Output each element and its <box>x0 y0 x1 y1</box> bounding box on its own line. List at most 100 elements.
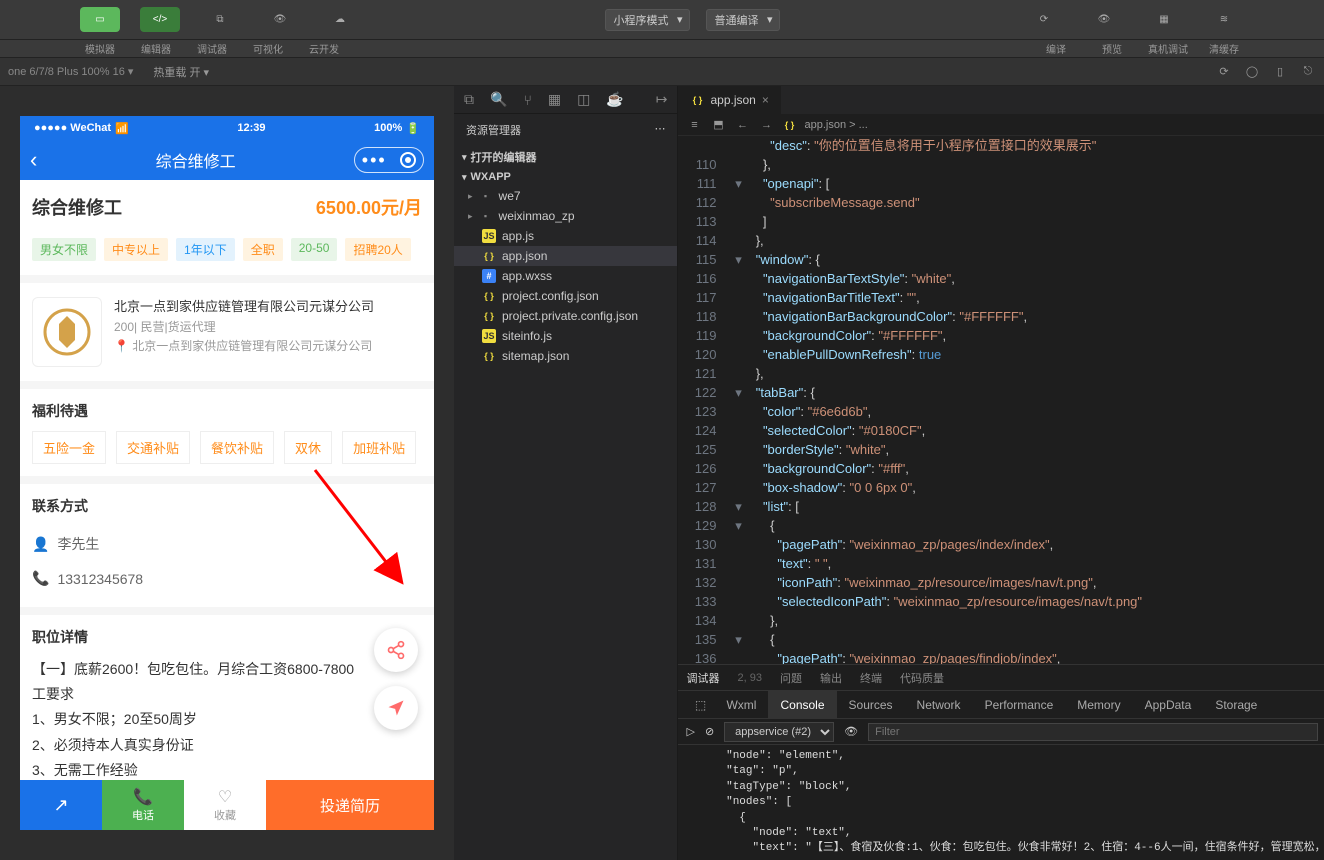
bottom-bar: ↗ 📞电话 ♡收藏 投递简历 <box>20 780 434 830</box>
code-editor[interactable]: 1101111121131141151161171181191201211221… <box>678 136 1324 664</box>
tab-count: 2, 93 <box>737 672 761 684</box>
filter-input[interactable] <box>868 723 1318 741</box>
json-icon: { } <box>482 289 496 303</box>
clear-icon[interactable]: ⊘ <box>705 725 714 738</box>
contact-name: 李先生 <box>57 534 99 554</box>
root-folder[interactable]: WXAPP <box>454 168 677 186</box>
search-icon[interactable]: 🔍 <box>490 91 507 108</box>
inspect-icon[interactable]: ⬚ <box>686 698 714 712</box>
dt-performance[interactable]: Performance <box>973 691 1066 718</box>
label: 清缓存 <box>1204 41 1244 56</box>
editor-tab[interactable]: { } app.json × <box>678 86 780 114</box>
context-select[interactable]: appservice (#2) <box>724 722 834 742</box>
refresh-icon[interactable]: ⟳ <box>1216 64 1232 80</box>
benefits-section: 福利待遇 五险一金交通补贴餐饮补贴双休加班补贴 <box>20 389 434 476</box>
back-icon[interactable]: ‹ <box>30 147 37 173</box>
eye-icon[interactable]: 👁 <box>844 725 858 738</box>
job-tag: 中专以上 <box>104 238 168 261</box>
icon[interactable]: ☕ <box>606 91 623 108</box>
tab-quality[interactable]: 代码质量 <box>900 670 944 686</box>
apply-button[interactable]: 投递简历 <box>266 780 434 830</box>
more-icon[interactable]: ⋯ <box>654 122 665 138</box>
icon[interactable]: ▦ <box>548 91 561 108</box>
editor-toggle[interactable]: </> <box>140 7 180 32</box>
compile-btn[interactable]: ⟳ <box>1024 7 1064 32</box>
console-filter-bar: ▷ ⊘ appservice (#2) 👁 Default levels ▾ <box>678 719 1324 745</box>
dt-memory[interactable]: Memory <box>1065 691 1132 718</box>
job-tag: 全职 <box>243 238 283 261</box>
folder-icon: ▪ <box>479 189 493 203</box>
simulator-panel: ●●●●● WeChat 📶 12:39 100% 🔋 ‹ 综合维修工 ••• … <box>0 86 454 860</box>
open-editors-section[interactable]: 打开的编辑器 <box>454 146 677 168</box>
file-item[interactable]: { }sitemap.json <box>454 346 677 366</box>
console-output[interactable]: "node": "element", "tag": "p", "tagType"… <box>678 745 1324 860</box>
locate-float-button[interactable] <box>374 686 418 730</box>
job-tag: 20-50 <box>291 238 338 261</box>
file-item[interactable]: { }project.config.json <box>454 286 677 306</box>
folder-item[interactable]: ▪we7 <box>454 186 677 206</box>
preview-btn[interactable]: 👁 <box>1084 7 1124 32</box>
dt-appdata[interactable]: AppData <box>1133 691 1204 718</box>
bookmark-icon[interactable]: ⬒ <box>710 117 726 133</box>
phone-statusbar: ●●●●● WeChat 📶 12:39 100% 🔋 <box>20 116 434 140</box>
remote-debug-btn[interactable]: ▦ <box>1144 7 1184 32</box>
explorer-panel: ⧉ 🔍 ⑂ ▦ ◫ ☕ ↦ 资源管理器⋯ 打开的编辑器 WXAPP ▪we7▪w… <box>454 86 678 860</box>
job-header: 综合维修工 6500.00元/月 <box>20 180 434 234</box>
js-icon: JS <box>482 229 496 243</box>
tab-debugger[interactable]: 调试器 <box>686 670 719 686</box>
call-button[interactable]: 📞电话 <box>102 780 184 830</box>
console-panel: 调试器 2, 93 问题 输出 终端 代码质量 ⬚ Wxml Console S… <box>678 664 1324 860</box>
dt-console[interactable]: Console <box>768 691 836 718</box>
visual-toggle[interactable]: 👁 <box>260 7 300 32</box>
icon[interactable]: ▷ <box>686 725 694 738</box>
back-icon[interactable]: ← <box>734 117 750 133</box>
dt-sources[interactable]: Sources <box>837 691 905 718</box>
benefit-tag: 加班补贴 <box>342 431 416 464</box>
benefit-tag: 双休 <box>284 431 332 464</box>
dt-storage[interactable]: Storage <box>1203 691 1269 718</box>
top-toolbar: ▭ </> ⧉ 👁 ☁ 小程序模式 普通编译 ⟳ 👁 ▦ ≋ <box>0 0 1324 40</box>
company-logo <box>32 297 102 367</box>
dt-wxml[interactable]: Wxml <box>714 691 768 718</box>
share-float-button[interactable] <box>374 628 418 672</box>
company-card[interactable]: 北京一点到家供应链管理有限公司元谋分公司 200| 民营|货运代理 📍 北京一点… <box>20 283 434 381</box>
contact-section: 联系方式 👤李先生 📞13312345678 <box>20 484 434 607</box>
wxss-icon: # <box>482 269 496 283</box>
simulator-toggle[interactable]: ▭ <box>80 7 120 32</box>
icon[interactable]: ◫ <box>577 91 590 108</box>
debugger-toggle[interactable]: ⧉ <box>200 7 240 32</box>
icon[interactable]: ◯ <box>1244 64 1260 80</box>
tab-output[interactable]: 输出 <box>820 670 842 686</box>
icon[interactable]: ⎋ <box>1300 64 1316 80</box>
file-item[interactable]: { }app.json <box>454 246 677 266</box>
file-item[interactable]: { }project.private.config.json <box>454 306 677 326</box>
file-item[interactable]: #app.wxss <box>454 266 677 286</box>
dt-network[interactable]: Network <box>905 691 973 718</box>
icon[interactable]: ▯ <box>1272 64 1288 80</box>
console-tabs: 调试器 2, 93 问题 输出 终端 代码质量 <box>678 665 1324 691</box>
icon[interactable]: ↦ <box>656 91 668 108</box>
top-labels: 模拟器 编辑器 调试器 可视化 云开发 编译 预览 真机调试 清缓存 <box>0 40 1324 58</box>
tab-terminal[interactable]: 终端 <box>860 670 882 686</box>
benefit-tag: 五险一金 <box>32 431 106 464</box>
benefit-tag: 餐饮补贴 <box>200 431 274 464</box>
file-item[interactable]: JSapp.js <box>454 226 677 246</box>
git-icon[interactable]: ⑂ <box>523 92 531 108</box>
hot-reload[interactable]: 热重载 开 <box>153 64 209 80</box>
forward-icon[interactable]: → <box>758 117 774 133</box>
files-icon[interactable]: ⧉ <box>464 91 474 108</box>
close-icon[interactable]: × <box>762 93 769 107</box>
capsule-button[interactable]: ••• <box>354 147 424 173</box>
clear-cache-btn[interactable]: ≋ <box>1204 7 1244 32</box>
compile-dropdown[interactable]: 普通编译 <box>706 9 780 31</box>
icon[interactable]: ≡ <box>686 117 702 133</box>
file-item[interactable]: JSsiteinfo.js <box>454 326 677 346</box>
status-battery: 100% <box>374 122 402 134</box>
device-selector[interactable]: one 6/7/8 Plus 100% 16 <box>8 65 133 78</box>
favorite-button[interactable]: ♡收藏 <box>184 780 266 830</box>
cloud-toggle[interactable]: ☁ <box>320 7 360 32</box>
share-button[interactable]: ↗ <box>20 780 102 830</box>
folder-item[interactable]: ▪weixinmao_zp <box>454 206 677 226</box>
tab-problems[interactable]: 问题 <box>780 670 802 686</box>
mode-dropdown[interactable]: 小程序模式 <box>605 9 690 31</box>
